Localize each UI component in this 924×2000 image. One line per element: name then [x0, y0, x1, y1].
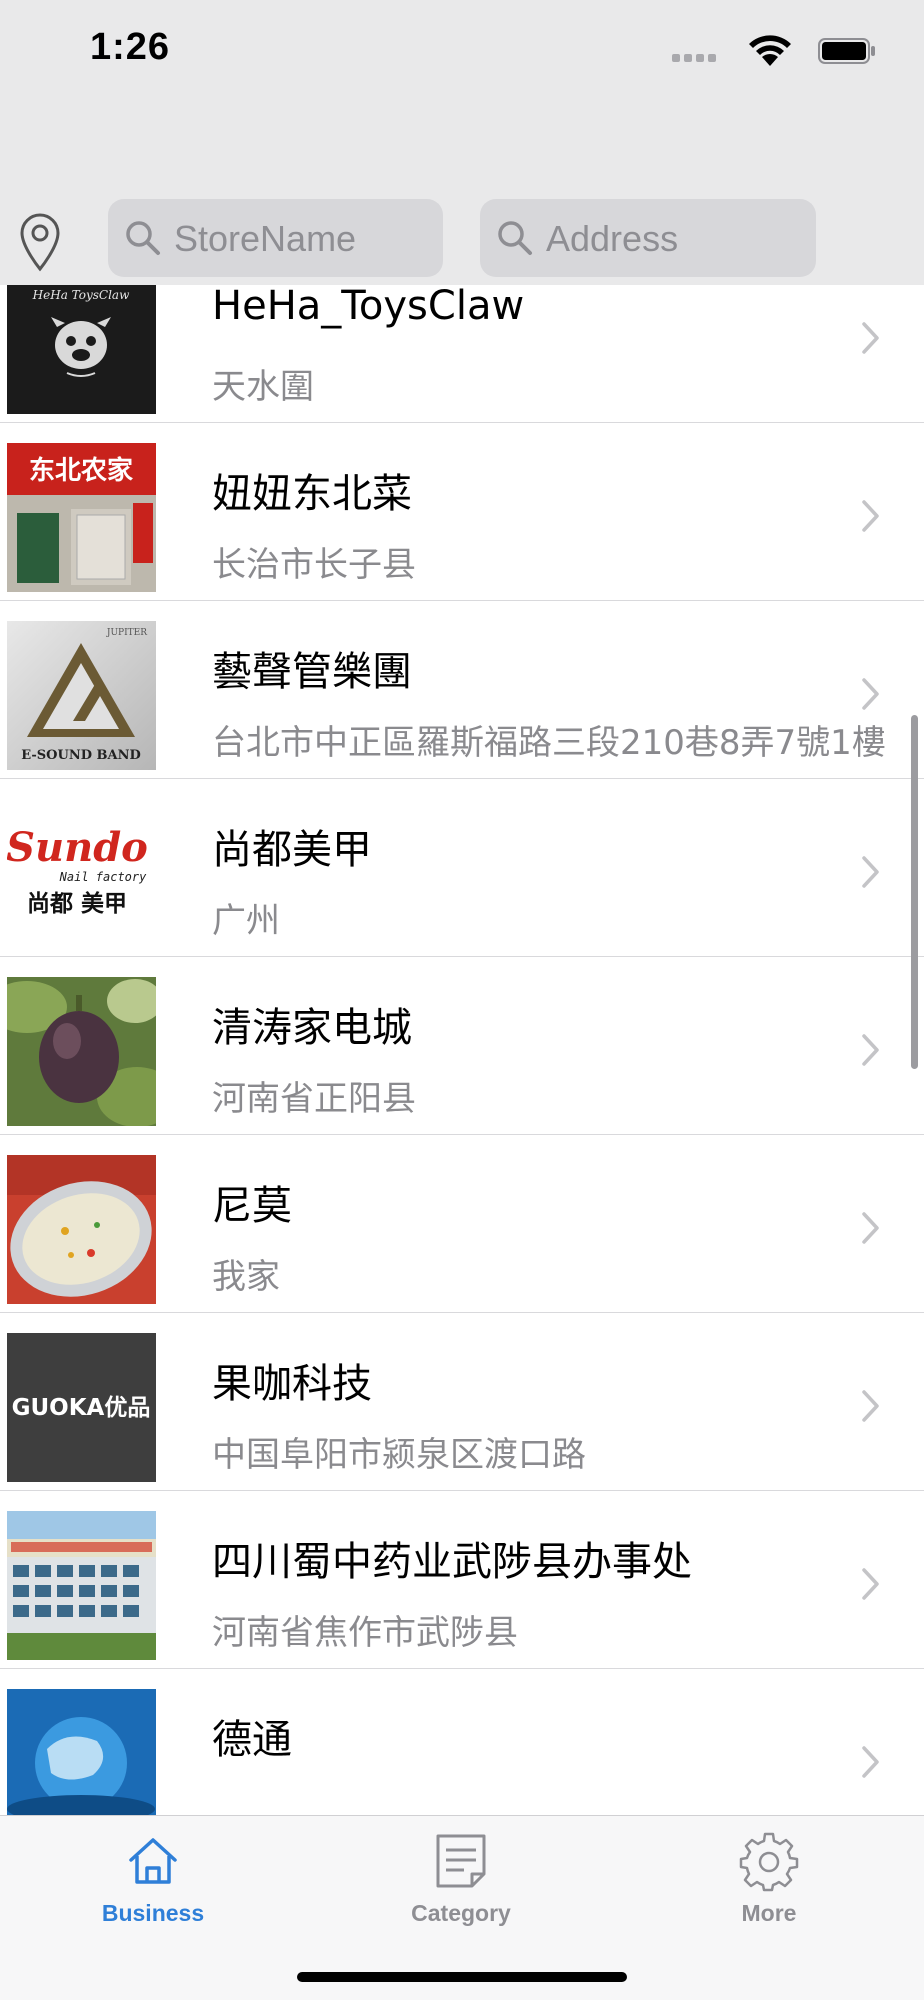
store-address: 台北市中正區羅斯福路三段210巷8弄7號1樓 — [212, 723, 886, 763]
store-row[interactable]: 德通 — [0, 1669, 924, 1815]
thumb-logo-text: Sundo — [7, 824, 148, 871]
thumb-subtext: JUPITER — [106, 628, 147, 638]
store-name: 四川蜀中药业武陟县办事处 — [212, 1539, 692, 1585]
store-name: 尚都美甲 — [212, 827, 372, 873]
store-thumbnail: Sundo Nail factory 尚都 美甲 — [7, 799, 156, 948]
scroll-indicator[interactable] — [911, 715, 918, 1069]
gear-icon — [739, 1832, 799, 1892]
guoka-logo-image: GUOKA优品 — [7, 1333, 156, 1482]
search-bar — [0, 197, 924, 285]
store-row[interactable]: 东北农家 妞妞东北菜 长治市长子县 — [0, 423, 924, 601]
store-thumbnail — [7, 1511, 156, 1660]
store-name-search-field[interactable] — [108, 199, 443, 279]
status-time: 1:26 — [90, 26, 171, 68]
search-icon — [126, 221, 160, 255]
store-address: 我家 — [212, 1257, 280, 1297]
chevron-right-icon — [862, 1746, 879, 1778]
store-row[interactable]: Sundo Nail factory 尚都 美甲 尚都美甲 广州 — [0, 779, 924, 957]
tab-more[interactable]: More — [669, 1830, 869, 1940]
thumb-logo-text: HeHa ToysClaw — [32, 288, 130, 302]
app-screen: 1:26 StoreName Address HeHa ToysClaw HeH… — [0, 0, 924, 2000]
cellular-signal-icon — [672, 54, 716, 62]
store-name-input[interactable] — [172, 199, 435, 279]
store-thumbnail: HeHa ToysClaw — [7, 285, 156, 414]
chevron-right-icon — [862, 856, 879, 888]
store-row[interactable]: JUPITER E-SOUND BAND 藝聲管樂團 台北市中正區羅斯福路三段2… — [0, 601, 924, 779]
location-pin-icon[interactable] — [14, 209, 66, 273]
store-name: 藝聲管樂團 — [212, 649, 412, 695]
storefront-photo: 东北农家 — [7, 443, 156, 592]
store-row[interactable]: 四川蜀中药业武陟县办事处 河南省焦作市武陟县 — [0, 1491, 924, 1669]
thumb-sign-text: 东北农家 — [29, 455, 133, 486]
store-row[interactable]: GUOKA优品 果咖科技 中国阜阳市颍泉区渡口路 — [0, 1313, 924, 1491]
store-thumbnail — [7, 1689, 156, 1815]
store-name: 果咖科技 — [212, 1361, 372, 1407]
chevron-right-icon — [862, 678, 879, 710]
fig-photo — [7, 977, 156, 1126]
store-address: 河南省正阳县 — [212, 1079, 416, 1119]
search-icon — [498, 221, 532, 255]
chevron-right-icon — [862, 1568, 879, 1600]
store-address: 长治市长子县 — [212, 545, 416, 585]
store-address: 天水圍 — [212, 367, 314, 407]
navigation-header: 1:26 — [0, 0, 924, 198]
thumb-cn-text: 尚都 美甲 — [27, 890, 127, 917]
chevron-right-icon — [862, 1212, 879, 1244]
store-thumbnail: JUPITER E-SOUND BAND — [7, 621, 156, 770]
store-name: 尼莫 — [212, 1183, 292, 1229]
tab-label: Category — [411, 1900, 511, 1926]
store-list[interactable]: HeHa ToysClaw HeHa_ToysClaw 天水圍 东北农家 妞妞东… — [0, 285, 924, 1815]
store-name: HeHa_ToysClaw — [212, 285, 525, 329]
battery-icon — [818, 38, 875, 64]
store-row[interactable]: 尼莫 我家 — [0, 1135, 924, 1313]
chevron-right-icon — [862, 1390, 879, 1422]
store-row[interactable]: 清涛家电城 河南省正阳县 — [0, 957, 924, 1135]
wifi-icon — [749, 35, 791, 66]
chevron-right-icon — [862, 1034, 879, 1066]
store-name: 德通 — [212, 1717, 292, 1763]
home-icon — [129, 1838, 177, 1884]
store-address: 河南省焦作市武陟县 — [212, 1613, 518, 1653]
band-logo-image: JUPITER E-SOUND BAND — [7, 621, 156, 770]
store-name: 清涛家电城 — [212, 1005, 412, 1051]
address-input[interactable] — [544, 199, 808, 279]
nail-salon-logo-image: Sundo Nail factory 尚都 美甲 — [7, 799, 156, 948]
thumb-logo-text: GUOKA优品 — [12, 1395, 151, 1421]
thumb-subtext: Nail factory — [59, 870, 147, 884]
store-thumbnail: GUOKA优品 — [7, 1333, 156, 1482]
home-indicator[interactable] — [297, 1972, 627, 1982]
tab-category[interactable]: Category — [361, 1830, 561, 1940]
address-search-field[interactable] — [480, 199, 816, 279]
status-icons — [656, 32, 876, 72]
store-address: 中国阜阳市颍泉区渡口路 — [212, 1435, 586, 1475]
pug-logo-image: HeHa ToysClaw — [7, 285, 156, 414]
document-icon — [436, 1834, 486, 1888]
store-name: 妞妞东北菜 — [212, 471, 412, 517]
store-address: 广州 — [212, 901, 280, 941]
globe-photo — [7, 1689, 156, 1815]
food-photo — [7, 1155, 156, 1304]
chevron-right-icon — [862, 500, 879, 532]
chevron-right-icon — [862, 322, 879, 354]
store-list-content: HeHa ToysClaw HeHa_ToysClaw 天水圍 东北农家 妞妞东… — [0, 285, 924, 1815]
factory-building-photo — [7, 1511, 156, 1660]
tab-label: Business — [101, 1900, 205, 1926]
store-thumbnail: 东北农家 — [7, 443, 156, 592]
store-thumbnail — [7, 1155, 156, 1304]
store-thumbnail — [7, 977, 156, 1126]
thumb-logo-text: E-SOUND BAND — [21, 748, 141, 763]
store-row[interactable]: HeHa ToysClaw HeHa_ToysClaw 天水圍 — [0, 285, 924, 423]
tab-label: More — [741, 1900, 797, 1926]
tab-business[interactable]: Business — [53, 1830, 253, 1940]
